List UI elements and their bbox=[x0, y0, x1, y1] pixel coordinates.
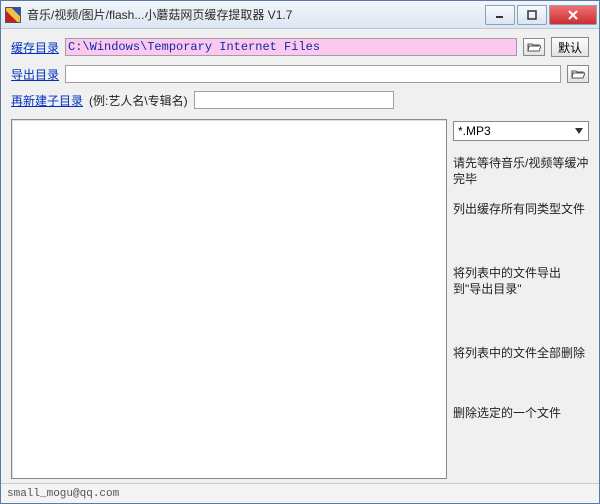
cache-dir-row: 缓存目录 默认 bbox=[11, 37, 589, 57]
spacer bbox=[453, 375, 589, 391]
msg-list: 列出缓存所有同类型文件 bbox=[453, 201, 589, 217]
spacer bbox=[453, 311, 589, 331]
msg-delete-all: 将列表中的文件全部删除 bbox=[453, 345, 589, 361]
window-controls bbox=[483, 5, 597, 25]
subdir-row: 再新建子目录 (例:艺人名\专辑名) bbox=[11, 91, 589, 109]
maximize-button[interactable] bbox=[517, 5, 547, 25]
close-button[interactable] bbox=[549, 5, 597, 25]
chevron-down-icon bbox=[572, 124, 586, 138]
main-area: *.MP3 请先等待音乐/视频等缓冲完毕 列出缓存所有同类型文件 将列表中的文件… bbox=[1, 115, 599, 483]
folder-open-icon bbox=[527, 41, 541, 53]
minimize-button[interactable] bbox=[485, 5, 515, 25]
subdir-input[interactable] bbox=[194, 91, 394, 109]
status-bar: small_mogu@qq.com bbox=[1, 483, 599, 503]
subdir-label[interactable]: 再新建子目录 bbox=[11, 92, 83, 109]
app-icon bbox=[5, 7, 21, 23]
folder-open-icon bbox=[571, 68, 585, 80]
filetype-combo[interactable]: *.MP3 bbox=[453, 121, 589, 141]
cache-dir-browse-button[interactable] bbox=[523, 38, 545, 56]
cache-dir-input[interactable] bbox=[65, 38, 517, 56]
status-text: small_mogu@qq.com bbox=[7, 488, 119, 500]
spacer bbox=[453, 231, 589, 251]
app-window: 音乐/视频/图片/flash...小蘑菇网页缓存提取器 V1.7 缓存目录 默认… bbox=[0, 0, 600, 504]
default-button[interactable]: 默认 bbox=[551, 37, 589, 57]
form-area: 缓存目录 默认 导出目录 再新建子目录 (例:艺人名\专辑名) bbox=[1, 29, 599, 115]
msg-delete-sel: 删除选定的一个文件 bbox=[453, 405, 589, 421]
window-title: 音乐/视频/图片/flash...小蘑菇网页缓存提取器 V1.7 bbox=[27, 6, 483, 23]
export-dir-browse-button[interactable] bbox=[567, 65, 589, 83]
cache-dir-label[interactable]: 缓存目录 bbox=[11, 39, 59, 56]
filetype-selected: *.MP3 bbox=[458, 124, 491, 138]
file-list[interactable] bbox=[11, 119, 447, 479]
export-dir-label[interactable]: 导出目录 bbox=[11, 66, 59, 83]
msg-export: 将列表中的文件导出到"导出目录" bbox=[453, 265, 589, 297]
export-dir-input[interactable] bbox=[65, 65, 561, 83]
subdir-hint: (例:艺人名\专辑名) bbox=[89, 92, 188, 109]
titlebar: 音乐/视频/图片/flash...小蘑菇网页缓存提取器 V1.7 bbox=[1, 1, 599, 29]
msg-wait: 请先等待音乐/视频等缓冲完毕 bbox=[453, 155, 589, 187]
side-panel: *.MP3 请先等待音乐/视频等缓冲完毕 列出缓存所有同类型文件 将列表中的文件… bbox=[453, 119, 589, 479]
export-dir-row: 导出目录 bbox=[11, 65, 589, 83]
